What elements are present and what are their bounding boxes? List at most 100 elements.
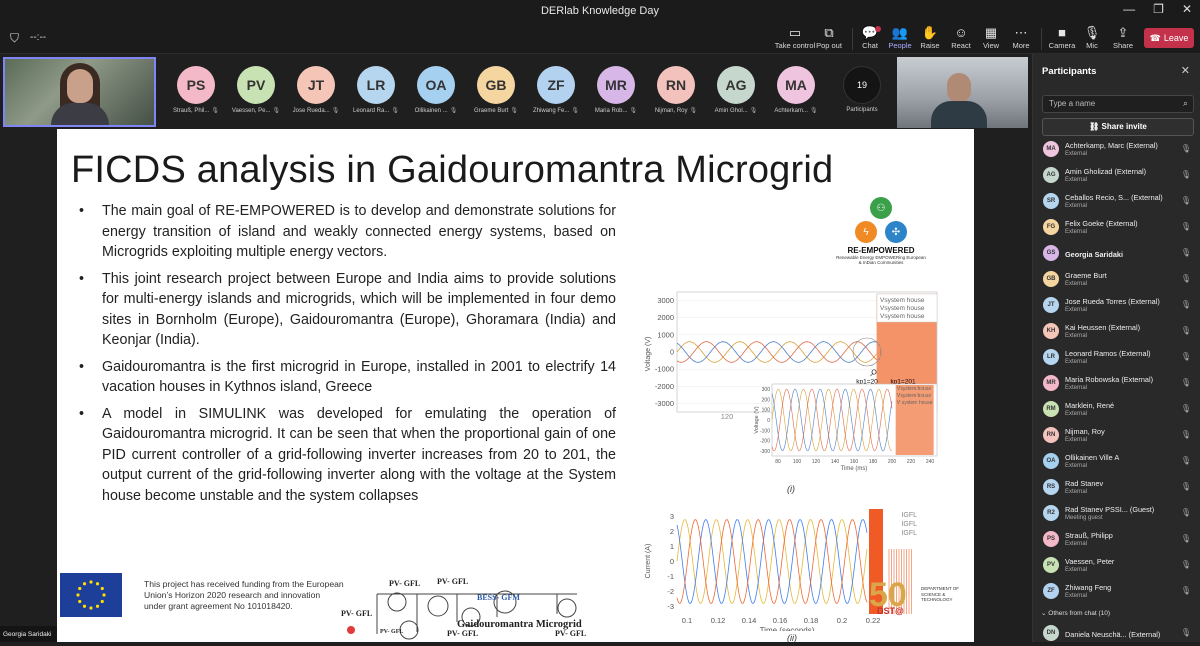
mic-off-icon: 🎙 xyxy=(1180,560,1191,569)
y-tick-label: 1000 xyxy=(657,330,674,339)
participant-tile[interactable]: JT Jose Rueda... 🎙 xyxy=(286,66,346,114)
chart-legend: Vsystem houseVsystem houseVsystem house xyxy=(876,293,938,323)
pop-out-button[interactable]: ⧉ Pop out xyxy=(807,25,851,50)
participant-list-item[interactable]: RS Rad Stanev External 🎙 xyxy=(1033,474,1200,500)
participant-tile[interactable]: LR Leonard Ra... 🎙 xyxy=(346,66,406,114)
share-button[interactable]: ⇪ Share xyxy=(1101,25,1145,50)
participant-list-item[interactable]: GS Georgia Saridaki 🎙 xyxy=(1033,240,1200,266)
participant-role: External xyxy=(1065,333,1088,339)
y-tick-label: 2000 xyxy=(657,313,674,322)
shared-slide: FICDS analysis in Gaidouromantra Microgr… xyxy=(57,129,974,642)
avatar: PV xyxy=(1043,557,1059,573)
participant-tile[interactable]: MR Maria Rob... 🎙 xyxy=(586,66,646,114)
svg-text:BESS- GFM: BESS- GFM xyxy=(477,593,520,602)
x-tick-label: 180 xyxy=(869,459,878,465)
chevron-down-icon: ⌄ xyxy=(1041,610,1047,617)
legend-entry: V system house xyxy=(897,400,933,406)
participant-name: Jose Rueda Torres (External) xyxy=(1065,297,1160,306)
participant-name: Strauß, Phil... xyxy=(173,108,210,114)
minimize-icon[interactable]: — xyxy=(1123,2,1135,16)
participant-tile[interactable]: MA Achterkam... 🎙 xyxy=(766,66,826,114)
avatar: R2 xyxy=(1043,505,1059,521)
participant-list-item[interactable]: PS Strauß, Philipp External 🎙 xyxy=(1033,526,1200,552)
close-window-icon[interactable]: ✕ xyxy=(1182,2,1192,16)
y-axis-label: Voltage (V) xyxy=(754,406,760,433)
eu-star xyxy=(100,599,104,604)
slide-bullets: The main goal of RE-EMPOWERED is to deve… xyxy=(79,201,616,512)
eu-star xyxy=(95,604,100,608)
legend-entry: Vsystem house xyxy=(880,297,925,304)
avatar: GB xyxy=(477,66,515,104)
more-button[interactable]: ⋯ More xyxy=(999,25,1043,50)
participant-list-item[interactable]: R2 Rad Stanev PSSI... (Guest) Meeting gu… xyxy=(1033,500,1200,526)
participants-counter[interactable]: 19 Participants xyxy=(832,66,892,113)
more-icon: ⋯ xyxy=(1014,25,1028,40)
bullet-item: The main goal of RE-EMPOWERED is to deve… xyxy=(79,201,616,263)
leave-button[interactable]: ☎ Leave xyxy=(1144,28,1194,48)
participant-list-item[interactable]: PV Vaessen, Peter External 🎙 xyxy=(1033,552,1200,578)
participant-list-item[interactable]: OA Ollikainen Ville A External 🎙 xyxy=(1033,448,1200,474)
participant-list: MA Achterkamp, Marc (External) External … xyxy=(1033,136,1200,646)
participant-list-item[interactable]: DN Daniela Neuschä... (External) 🎙 xyxy=(1033,620,1200,646)
participant-name: Graeme Burt xyxy=(1065,271,1107,280)
participant-list-item[interactable]: MR Maria Robowska (External) External 🎙 xyxy=(1033,370,1200,396)
participant-list-item[interactable]: LR Leonard Ramos (External) External 🎙 xyxy=(1033,344,1200,370)
y-tick-label: -3000 xyxy=(655,399,674,408)
close-panel-icon[interactable]: ✕ xyxy=(1181,64,1190,77)
y-axis-label: Current (A) xyxy=(645,544,652,579)
share-invite-button[interactable]: ⛓ Share invite xyxy=(1042,118,1194,136)
y-tick-label: 0 xyxy=(670,348,674,357)
participant-video[interactable] xyxy=(897,57,1028,128)
mic-off-icon: 🎙 xyxy=(1180,508,1191,517)
mic-off-icon: 🎙 xyxy=(1180,586,1191,595)
meeting-stage: PS Strauß, Phil... 🎙 PV Vaessen, Pe... 🎙 JT … xyxy=(0,54,1032,642)
participant-tile[interactable]: GB Graeme Burt 🎙 xyxy=(466,66,526,114)
chat-group-header[interactable]: ⌄ Others from chat (10) xyxy=(1033,604,1200,620)
self-video[interactable] xyxy=(3,57,156,127)
participant-tile[interactable]: PV Vaessen, Pe... 🎙 xyxy=(226,66,286,114)
participant-name: Strauß, Philipp xyxy=(1065,531,1113,540)
y-tick-label: -1 xyxy=(667,572,674,581)
lightning-icon: ϟ xyxy=(855,221,877,243)
participant-list-item[interactable]: SR Ceballos Recio, S... (External) Exter… xyxy=(1033,188,1200,214)
avatar: LR xyxy=(357,66,395,104)
participant-role: External xyxy=(1065,593,1088,599)
participant-name: Nijman, Roy xyxy=(654,108,688,114)
participant-tile[interactable]: OA Ollikainen ... 🎙 xyxy=(406,66,466,114)
legend-entry: Vsystem house xyxy=(880,313,925,320)
participant-name: Graeme Burt xyxy=(474,108,509,114)
mic-off-icon: 🎙 xyxy=(391,108,399,114)
maximize-icon[interactable]: ❐ xyxy=(1153,2,1164,16)
x-tick-label: 240 xyxy=(926,459,935,465)
participant-search-input[interactable]: Type a name ⌕ xyxy=(1042,95,1194,113)
participant-name: Zhiwang Feng xyxy=(1065,583,1112,592)
participant-list-item[interactable]: KH Kai Heussen (External) External 🎙 xyxy=(1033,318,1200,344)
participant-tile[interactable]: AG Amin Ghol... 🎙 xyxy=(706,66,766,114)
participant-tile[interactable]: ZF Zhiwang Fe... 🎙 xyxy=(526,66,586,114)
x-tick-label: 0.18 xyxy=(804,616,819,625)
participant-name: Nijman, Roy xyxy=(1065,427,1105,436)
participant-strip: PS Strauß, Phil... 🎙 PV Vaessen, Pe... 🎙 JT … xyxy=(0,54,1032,128)
avatar: RS xyxy=(1043,479,1059,495)
mic-off-icon: 🎙 xyxy=(1180,248,1191,257)
y-tick-label: 2 xyxy=(670,527,674,536)
avatar: RN xyxy=(1043,427,1059,443)
eu-star xyxy=(76,593,80,597)
participant-tile[interactable]: RN Nijman, Roy 🎙 xyxy=(646,66,706,114)
re-empowered-logo: ⚇ ϟ ✣ RE-EMPOWERED Renewable Energy EMPO… xyxy=(836,197,926,277)
participant-list-item[interactable]: AG Amin Gholizad (External) External 🎙 xyxy=(1033,162,1200,188)
participant-list-item[interactable]: RM Marklein, René External 🎙 xyxy=(1033,396,1200,422)
participant-list-item[interactable]: GB Graeme Burt External 🎙 xyxy=(1033,266,1200,292)
y-tick-label: -2 xyxy=(667,587,674,596)
series-line xyxy=(676,518,868,605)
title-bar: DERlab Knowledge Day — ❐ ✕ xyxy=(0,0,1200,22)
participant-list-item[interactable]: MA Achterkamp, Marc (External) External … xyxy=(1033,136,1200,162)
participant-list-item[interactable]: FG Felix Goeke (External) External 🎙 xyxy=(1033,214,1200,240)
participant-list-item[interactable]: RN Nijman, Roy External 🎙 xyxy=(1033,422,1200,448)
eu-star xyxy=(78,586,82,591)
participant-name: Georgia Saridaki xyxy=(1065,250,1123,259)
participant-list-item[interactable]: JT Jose Rueda Torres (External) External… xyxy=(1033,292,1200,318)
participant-list-item[interactable]: ZF Zhiwang Feng External 🎙 xyxy=(1033,578,1200,604)
participant-tile[interactable]: PS Strauß, Phil... 🎙 xyxy=(166,66,226,114)
mic-off-icon: 🎙 xyxy=(1180,326,1191,335)
